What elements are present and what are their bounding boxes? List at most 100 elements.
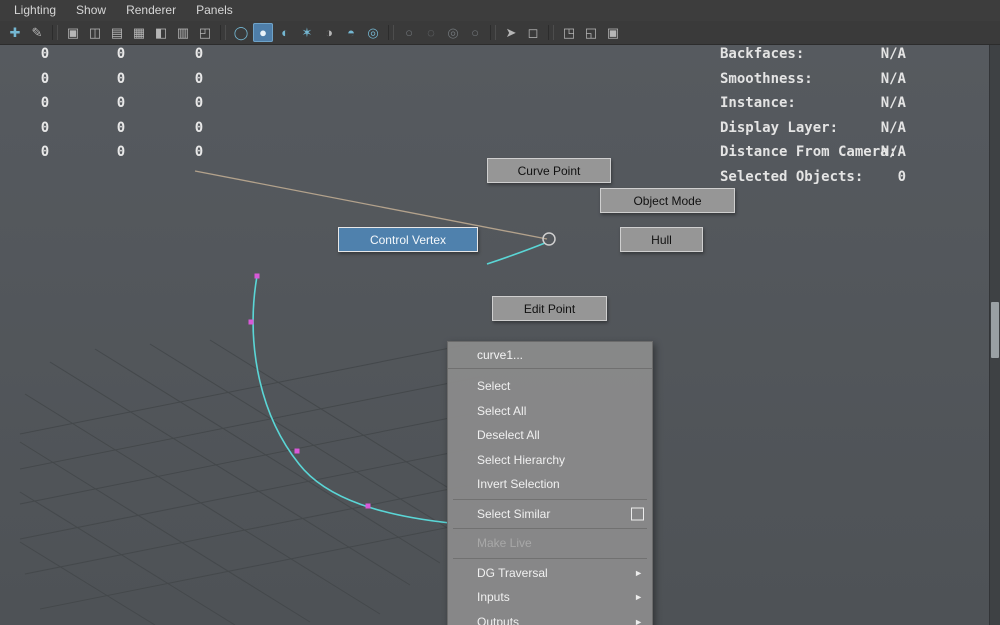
marking-menu-edit-point[interactable]: Edit Point	[492, 296, 607, 321]
menu-renderer[interactable]: Renderer	[116, 0, 186, 21]
hud-counter: 0	[194, 95, 204, 111]
viewport[interactable]: 0 0 0 0 0 0 0 0 0 0 0 0 0 0 0 Backfaces: N/A Smooth…	[0, 44, 990, 625]
hud-counter: 0	[40, 70, 50, 87]
hud-count-row: 0 0 0	[0, 95, 230, 112]
resolution-gate-icon[interactable]: ◌	[421, 23, 441, 42]
marking-menu-hull[interactable]: Hull	[620, 227, 703, 252]
hud-counter: 0	[40, 46, 50, 62]
hud-value: 0	[897, 168, 906, 185]
toolbar-separator	[388, 25, 394, 40]
hud-count-row: 0 0 0	[0, 71, 230, 88]
toolbar-separator	[548, 25, 554, 40]
toolbar-separator	[52, 25, 58, 40]
marquee-select-icon[interactable]: ◻	[523, 23, 543, 42]
hud-label: Instance:	[720, 95, 796, 111]
pencil-tool-icon[interactable]: ✎	[27, 23, 47, 42]
menu-separator	[453, 498, 647, 500]
nurbs-curve-upper[interactable]	[486, 242, 546, 265]
fullscreen-icon[interactable]: ▣	[603, 23, 623, 42]
context-menu-item-dg-traversal[interactable]: DG Traversal ►	[448, 561, 652, 586]
hud-counter: 0	[116, 95, 126, 111]
lighting-mode-icon[interactable]: ✶	[297, 23, 317, 42]
menu-separator	[453, 557, 647, 559]
hud-object-info: Backfaces: N/A Smoothness: N/A Instance: N/…	[720, 46, 906, 193]
move-tool-icon[interactable]: ✚	[5, 23, 25, 42]
screen-ao-icon[interactable]: ◓	[341, 23, 361, 42]
hud-label: Backfaces:	[720, 46, 805, 62]
layout-left-split-icon[interactable]: ◧	[151, 23, 171, 42]
submenu-arrow-icon: ►	[634, 616, 643, 625]
layout-custom-icon[interactable]: ◰	[195, 23, 215, 42]
hud-value: N/A	[880, 144, 906, 160]
submenu-arrow-icon: ►	[634, 592, 643, 602]
shaded-mode-icon[interactable]: ●	[253, 23, 273, 42]
vertical-scrollbar[interactable]	[989, 44, 1000, 625]
scrollbar-thumb[interactable]	[991, 302, 999, 358]
submenu-arrow-icon: ►	[634, 567, 643, 578]
film-gate-icon[interactable]: ○	[399, 23, 419, 42]
context-menu-item-invert-selection[interactable]: Invert Selection	[448, 472, 652, 497]
context-menu-item-select-similar[interactable]: Select Similar	[448, 502, 652, 527]
hud-line: Display Layer: N/A	[720, 120, 906, 145]
menu-show[interactable]: Show	[66, 0, 116, 21]
isolate-select-icon[interactable]: ◳	[559, 23, 579, 42]
hud-counter: 0	[40, 95, 50, 111]
layout-two-panes-icon[interactable]: ◫	[85, 23, 105, 42]
hud-counter: 0	[116, 119, 126, 136]
ground-grid	[19, 339, 511, 625]
menu-lighting[interactable]: Lighting	[4, 0, 66, 21]
wireframe-mode-icon[interactable]: ◯	[231, 23, 251, 42]
hud-counter: 0	[116, 144, 126, 160]
layout-four-panes-icon[interactable]: ▦	[129, 23, 149, 42]
pane-swap-icon[interactable]: ◱	[581, 23, 601, 42]
panel-menubar: Lighting Show Renderer Panels	[0, 0, 1000, 22]
select-similar-checkbox[interactable]	[631, 507, 644, 521]
layout-stacked-panes-icon[interactable]: ▥	[173, 23, 193, 42]
hud-label: Distance From Camera:	[720, 144, 898, 160]
context-menu-item-select-hierarchy[interactable]: Select Hierarchy	[448, 448, 652, 473]
toolbar-separator	[220, 25, 226, 40]
shadows-icon[interactable]: ◑	[319, 23, 339, 42]
hud-line: Backfaces: N/A	[720, 46, 906, 71]
marking-menu-curve-point[interactable]: Curve Point	[487, 158, 611, 183]
safe-title-icon[interactable]: ○	[465, 23, 485, 42]
hud-value: N/A	[880, 119, 906, 136]
context-menu-item-outputs[interactable]: Outputs ►	[448, 610, 652, 625]
hud-counter: 0	[194, 119, 204, 136]
hud-counter: 0	[40, 144, 50, 160]
context-menu-item-select[interactable]: Select	[448, 374, 652, 399]
menu-item-label: DG Traversal	[477, 565, 548, 580]
hud-counter: 0	[194, 70, 204, 87]
hud-value: N/A	[880, 95, 906, 111]
hud-label: Selected Objects:	[720, 168, 864, 185]
hud-count-row: 0 0 0	[0, 144, 230, 161]
marking-menu-object-mode[interactable]: Object Mode	[600, 188, 735, 213]
menu-item-label: Select Similar	[477, 506, 551, 521]
layout-outliner-icon[interactable]: ▤	[107, 23, 127, 42]
menu-item-label: Inputs	[477, 590, 510, 604]
hud-counter: 0	[116, 70, 126, 87]
hud-counter: 0	[194, 46, 204, 62]
hud-value: N/A	[880, 70, 906, 87]
gate-mask-icon[interactable]: ◎	[443, 23, 463, 42]
hud-line: Selected Objects: 0	[720, 169, 906, 194]
panel-toolbar: ✚ ✎ ▣ ◫ ▤ ▦ ◧ ▥ ◰ ◯ ● ◐ ✶ ◑ ◓ ◎ ○ ◌ ◎ ○ …	[0, 21, 1000, 45]
hud-count-row: 0 0 0	[0, 46, 230, 63]
context-menu-body: Select Select All Deselect All Select Hi…	[448, 369, 652, 625]
menu-item-label: Outputs	[477, 614, 520, 625]
select-cursor-icon[interactable]: ➤	[501, 23, 521, 42]
textured-mode-icon[interactable]: ◐	[275, 23, 295, 42]
menu-panels[interactable]: Panels	[186, 0, 243, 21]
context-menu-item-select-all[interactable]: Select All	[448, 399, 652, 424]
nurbs-curve[interactable]	[252, 275, 451, 524]
hud-line: Instance: N/A	[720, 95, 906, 120]
context-menu-item-deselect-all[interactable]: Deselect All	[448, 423, 652, 448]
control-vertices[interactable]	[248, 273, 371, 509]
hud-counter: 0	[194, 144, 204, 160]
marking-menu-control-vertex[interactable]: Control Vertex	[338, 227, 478, 252]
toolbar-separator	[490, 25, 496, 40]
motion-blur-icon[interactable]: ◎	[363, 23, 383, 42]
context-menu-item-inputs[interactable]: Inputs ►	[448, 585, 652, 610]
layout-single-pane-icon[interactable]: ▣	[63, 23, 83, 42]
context-menu-title: curve1...	[448, 342, 652, 369]
